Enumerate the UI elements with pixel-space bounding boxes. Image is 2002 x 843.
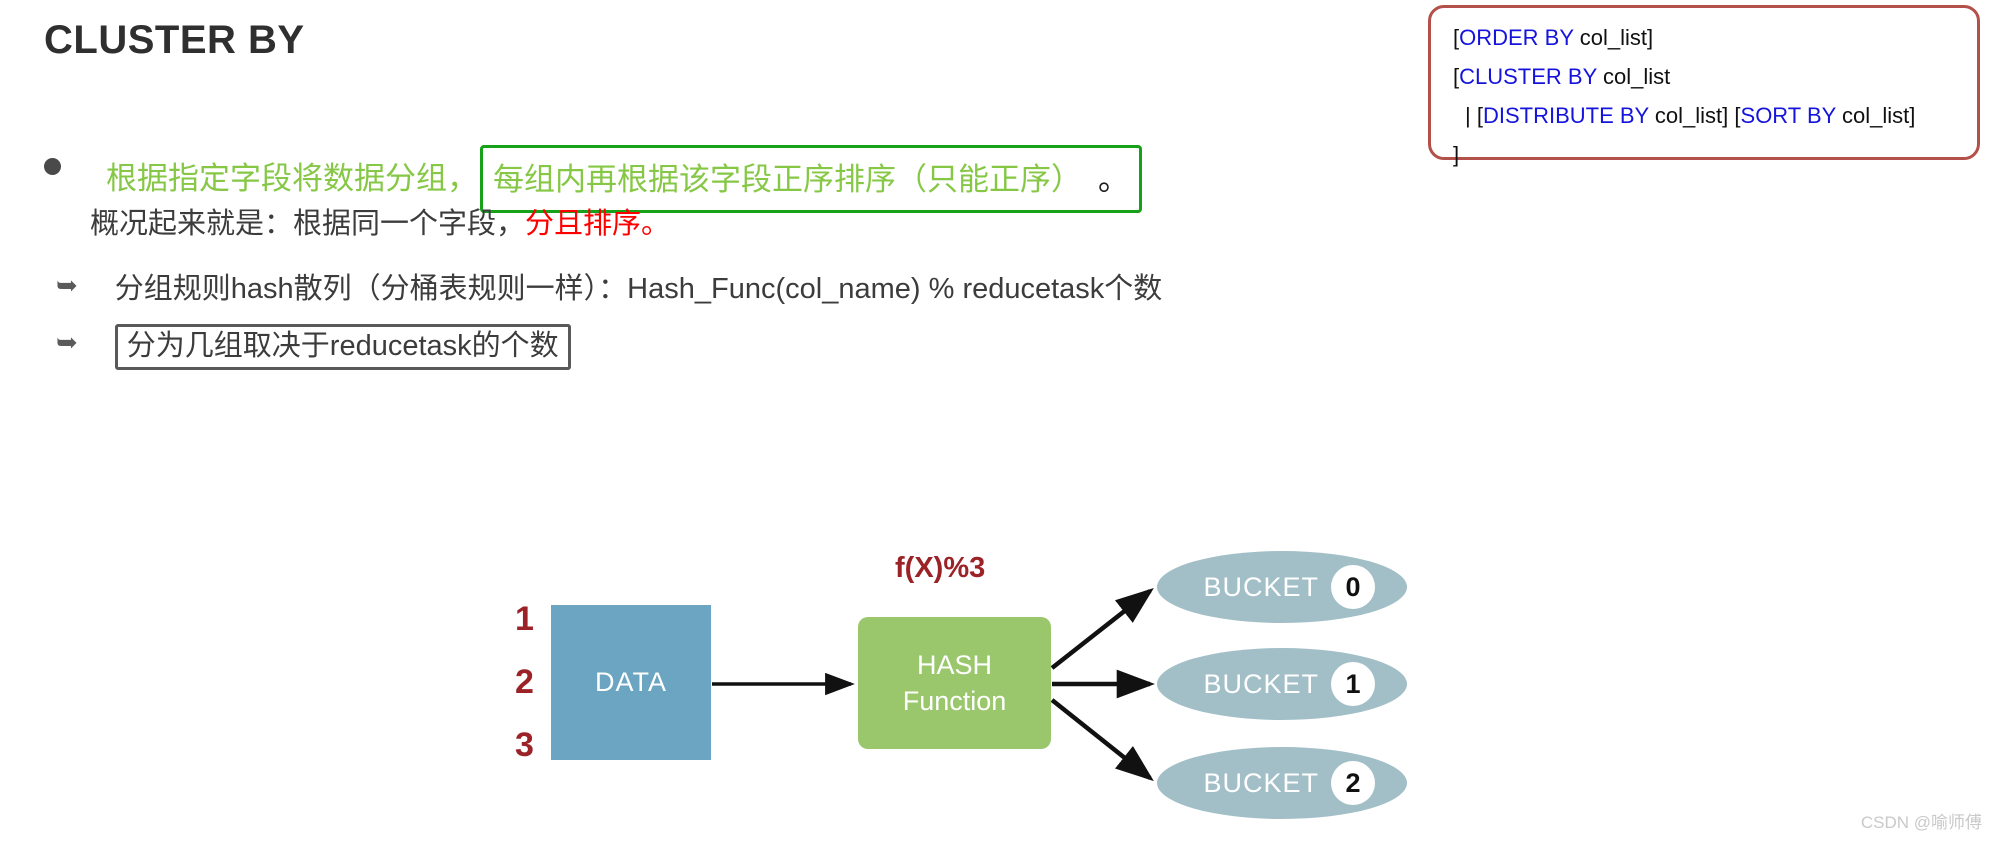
bullet-dot-icon: [44, 158, 61, 175]
sub-line-prefix: 概况起来就是：根据同一个字段，: [90, 208, 526, 240]
page-title: CLUSTER BY: [44, 18, 305, 62]
keyword-order-by: ORDER BY: [1459, 25, 1574, 50]
input-number-3: 3: [515, 726, 534, 764]
syntax-arg-col-list: col_list]: [1835, 103, 1916, 128]
bullet-item-2: ➥ 分组规则hash散列（分桶表规则一样）：Hash_Func(col_name…: [56, 272, 1162, 306]
keyword-cluster-by: CLUSTER BY: [1459, 64, 1597, 89]
bucket-label: BUCKET: [1203, 668, 1319, 699]
input-number-1: 1: [515, 600, 534, 638]
bullet-1-sub-line: 概况起来就是：根据同一个字段，分且排序。: [90, 200, 670, 242]
bullet-arrow-icon: ➥: [56, 270, 78, 300]
keyword-sort-by: SORT BY: [1740, 103, 1836, 128]
bucket-2: BUCKET 2: [1157, 747, 1407, 819]
hash-box-line-2: Function: [902, 686, 1007, 716]
arrow-hash-to-bucket-0: [1050, 587, 1154, 670]
syntax-arg-col-list: col_list] [: [1648, 103, 1741, 128]
bucket-number: 0: [1331, 565, 1375, 609]
formula-label: f(X)%3: [895, 552, 986, 584]
syntax-line-order-by: [ORDER BY col_list]: [1453, 18, 1977, 57]
bucket-0: BUCKET 0: [1157, 551, 1407, 623]
bullet-1-boxed-tail: 。: [1098, 162, 1129, 197]
data-box: DATA: [551, 605, 711, 760]
bucket-1: BUCKET 1: [1157, 648, 1407, 720]
syntax-reference-box: [ORDER BY col_list] [CLUSTER BY col_list…: [1428, 5, 1980, 167]
syntax-line-close-bracket: ]: [1453, 142, 1460, 167]
bucket-number: 1: [1331, 662, 1375, 706]
syntax-line-cluster-by: [CLUSTER BY col_list: [1453, 57, 1977, 96]
syntax-line-distribute-sort-by: | [DISTRIBUTE BY col_list] [SORT BY col_…: [1453, 96, 1977, 135]
syntax-arg-col-list: col_list: [1596, 64, 1671, 89]
watermark: CSDN @喻师傅: [1860, 813, 1982, 832]
hash-box-line-1: HASH: [916, 650, 992, 680]
syntax-pipe-bracket: | [: [1465, 103, 1483, 128]
bullet-3-content: 分为几组取决于reducetask的个数: [114, 324, 571, 370]
bullet-arrow-icon: ➥: [56, 327, 78, 357]
sub-line-highlight: 分且排序: [525, 208, 642, 240]
hash-function-box: HASH Function: [858, 617, 1051, 749]
input-number-2: 2: [515, 663, 534, 701]
bullet-1-lead-text: 根据指定字段将数据分组，: [106, 161, 478, 196]
bullet-2-text: 分组规则hash散列（分桶表规则一样）：Hash_Func(col_name) …: [114, 273, 1163, 305]
bullet-1-boxed-text: 每组内再根据该字段正序排序（只能正序）: [493, 162, 1082, 197]
bucket-label: BUCKET: [1203, 767, 1319, 798]
keyword-distribute-by: DISTRIBUTE BY: [1482, 103, 1649, 128]
syntax-arg-col-list: col_list]: [1573, 25, 1654, 50]
sub-line-suffix: 。: [641, 208, 671, 240]
highlight-box-gray: 分为几组取决于reducetask的个数: [114, 324, 571, 370]
bullet-item-3: ➥ 分为几组取决于reducetask的个数: [56, 324, 571, 370]
arrow-hash-to-bucket-2: [1050, 698, 1154, 782]
bucket-label: BUCKET: [1203, 571, 1319, 602]
bucket-number: 2: [1331, 761, 1375, 805]
